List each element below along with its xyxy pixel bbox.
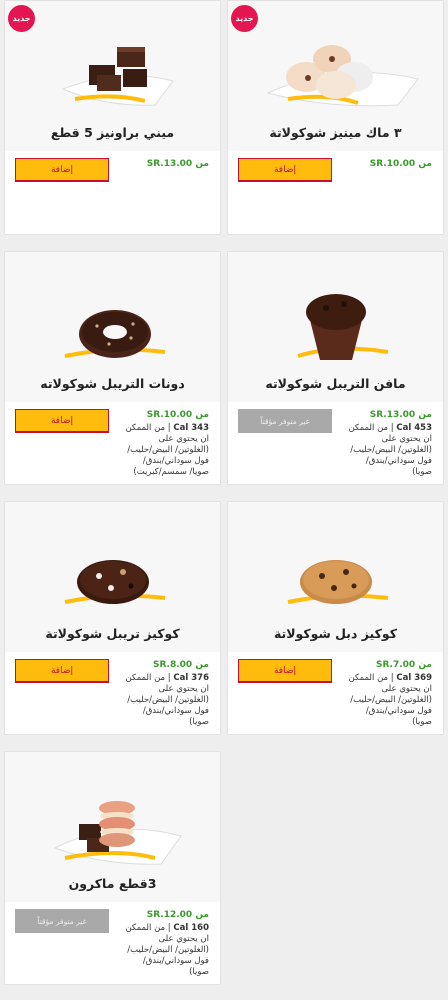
nutrition-info: 453 Cal | من الممكن ان يحتوي على (الغلوت… [348,423,432,477]
add-button[interactable]: إضافة [15,158,109,182]
product-card[interactable]: كوكيز دبل شوكولاتة من SR.7.00 إضافة 369 … [227,501,444,735]
product-card[interactable]: 3قطع ماكرون من SR.12.00 غير متوفر مؤقتاً… [4,751,221,985]
product-name[interactable]: كوكيز تريبل شوكولاتة [5,626,220,641]
product-price: من SR.10.00 [146,410,209,420]
product-image[interactable]: جديد ميني براونيز 5 قطع [5,1,220,151]
product-name[interactable]: 3قطع ماكرون [5,876,220,891]
product-image[interactable]: كوكيز تريبل شوكولاتة [5,502,220,652]
calories: 369 Cal [396,673,432,683]
add-button[interactable]: إضافة [15,409,109,433]
product-image[interactable]: 3قطع ماكرون [5,752,220,902]
product-image[interactable]: مافن التريبل شوكولاته [228,252,443,402]
product-price: من SR.13.00 [369,410,432,420]
product-grid: جديد ٣ ماك مينيز شوكولاتة من SR.10.00 إض… [0,0,448,1000]
unavailable-button: غير متوفر مؤقتاً [238,409,332,433]
product-image[interactable]: دونات التريبل شوكولاته [5,252,220,402]
new-badge: جديد [8,5,35,32]
nutrition-info: 369 Cal | من الممكن ان يحتوي على (الغلوت… [348,673,432,727]
calories: 376 Cal [173,673,209,683]
product-image[interactable]: جديد ٣ ماك مينيز شوكولاتة [228,1,443,151]
nutrition-info: 343 Cal | من الممكن ان يحتوي على (الغلوت… [125,423,209,477]
add-button[interactable]: إضافة [238,659,332,683]
nutrition-info: 376 Cal | من الممكن ان يحتوي على (الغلوت… [125,673,209,727]
product-price: من SR.7.00 [375,660,432,670]
product-card[interactable]: مافن التريبل شوكولاته من SR.13.00 غير مت… [227,251,444,485]
product-card[interactable]: جديد ميني براونيز 5 قطع من SR.13.00 إضاف… [4,0,221,235]
add-button[interactable]: إضافة [15,659,109,683]
product-name[interactable]: مافن التريبل شوكولاته [228,376,443,391]
product-price: من SR.12.00 [146,910,209,920]
product-image[interactable]: كوكيز دبل شوكولاتة [228,502,443,652]
product-name[interactable]: ميني براونيز 5 قطع [5,125,220,140]
product-price: من SR.10.00 [369,159,432,169]
calories: 160 Cal [173,923,209,933]
product-card[interactable]: جديد ٣ ماك مينيز شوكولاتة من SR.10.00 إض… [227,0,444,235]
product-price: من SR.13.00 [146,159,209,169]
calories: 453 Cal [396,423,432,433]
product-card[interactable]: دونات التريبل شوكولاته من SR.10.00 إضافة… [4,251,221,485]
product-price: من SR.8.00 [152,660,209,670]
product-card[interactable]: كوكيز تريبل شوكولاتة من SR.8.00 إضافة 37… [4,501,221,735]
unavailable-button: غير متوفر مؤقتاً [15,909,109,933]
product-name[interactable]: دونات التريبل شوكولاته [5,376,220,391]
new-badge: جديد [231,5,258,32]
nutrition-info: 160 Cal | من الممكن ان يحتوي على (الغلوت… [125,923,209,977]
product-name[interactable]: ٣ ماك مينيز شوكولاتة [228,125,443,140]
product-name[interactable]: كوكيز دبل شوكولاتة [228,626,443,641]
add-button[interactable]: إضافة [238,158,332,182]
calories: 343 Cal [173,423,209,433]
